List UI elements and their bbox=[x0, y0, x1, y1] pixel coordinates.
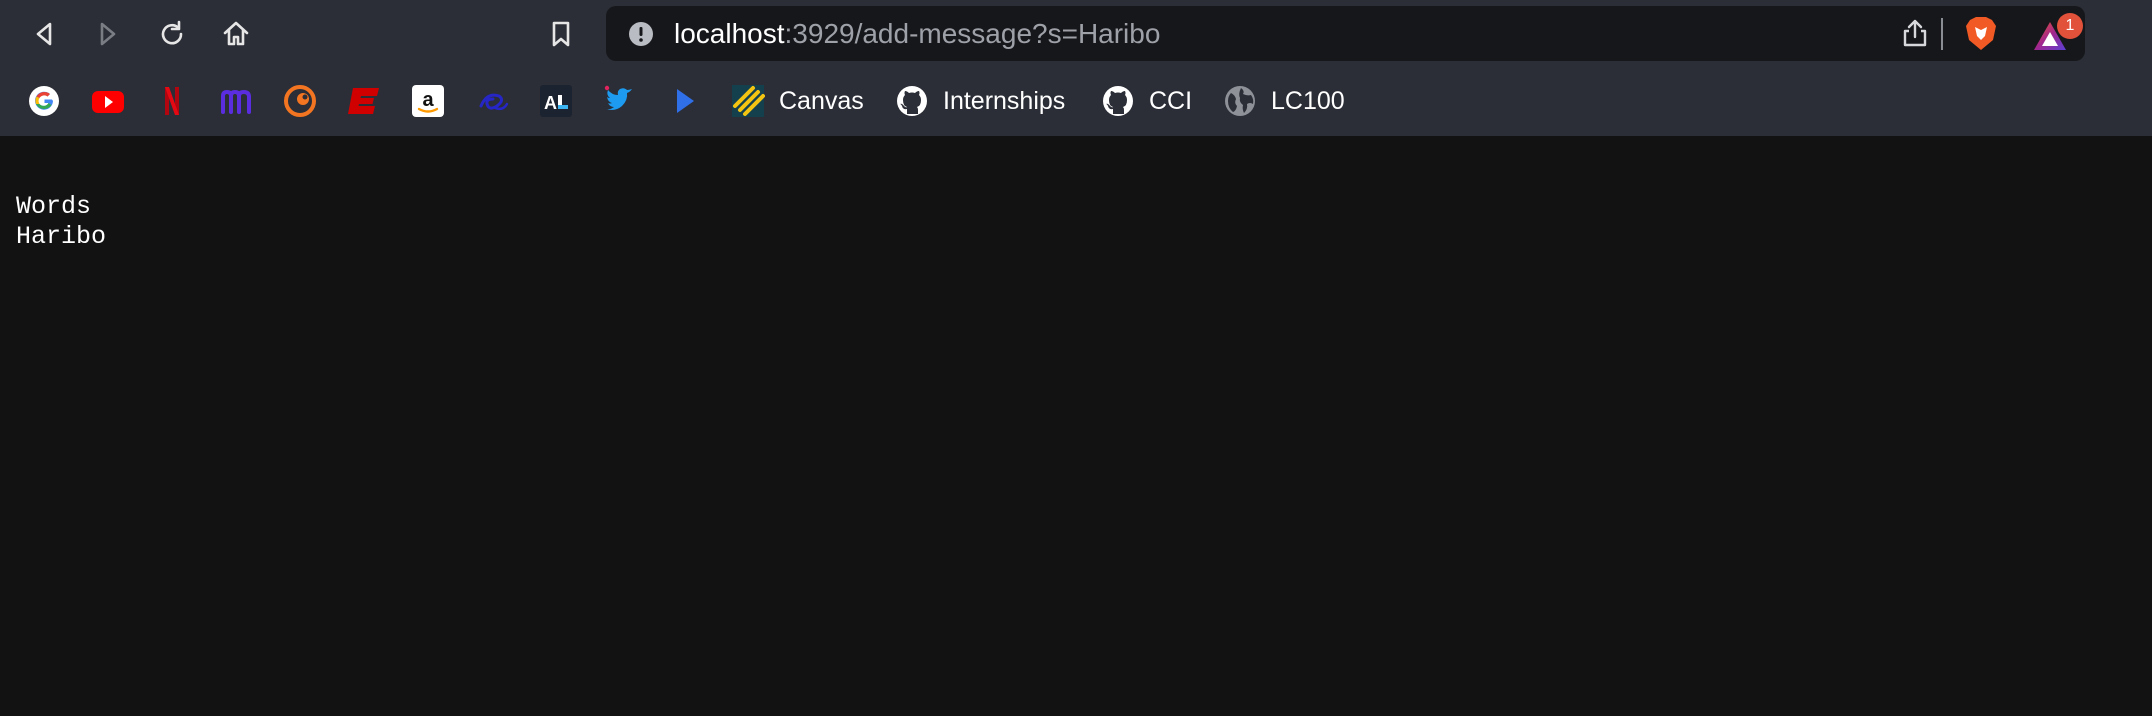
bookmark-icon bbox=[552, 21, 570, 47]
address-bar[interactable]: localhost:3929/add-message?s=Haribo 1 bbox=[606, 6, 2085, 61]
page-heading: Words bbox=[16, 192, 92, 221]
bookmark-label: CCI bbox=[1149, 86, 1193, 115]
home-button[interactable] bbox=[216, 14, 256, 54]
bookmark-m[interactable] bbox=[219, 83, 253, 119]
forward-icon bbox=[100, 22, 116, 46]
url-text[interactable]: localhost:3929/add-message?s=Haribo bbox=[674, 6, 1160, 61]
canvas-icon bbox=[732, 85, 765, 117]
espn-icon bbox=[348, 88, 379, 114]
svg-text:a: a bbox=[422, 89, 434, 111]
bookmark-label: Canvas bbox=[779, 86, 864, 115]
bookmark-google[interactable] bbox=[27, 83, 61, 119]
bookmarks-bar: a A Canvas Internships CCI LC100 bbox=[0, 68, 2152, 136]
github-icon bbox=[897, 86, 927, 116]
bookmark-canvas[interactable]: Canvas bbox=[731, 83, 864, 119]
netflix-icon bbox=[165, 87, 179, 115]
bookmark-swirl[interactable] bbox=[475, 83, 509, 119]
page-content: Words Haribo bbox=[16, 192, 106, 252]
bookmark-lc100[interactable]: LC100 bbox=[1223, 83, 1345, 119]
globe-icon bbox=[1225, 86, 1255, 116]
bookmark-label: Internships bbox=[943, 86, 1066, 115]
back-icon bbox=[36, 22, 52, 46]
bookmark-cci[interactable]: CCI bbox=[1101, 83, 1192, 119]
forward-button[interactable] bbox=[88, 14, 128, 54]
svg-text:A: A bbox=[544, 93, 557, 113]
bookmark-espn[interactable] bbox=[347, 83, 381, 119]
google-icon bbox=[29, 86, 59, 116]
rewards-badge: 1 bbox=[2057, 13, 2083, 39]
home-icon bbox=[223, 21, 249, 46]
bookmark-play[interactable] bbox=[667, 83, 701, 119]
browser-chrome: localhost:3929/add-message?s=Haribo 1 a bbox=[0, 0, 2152, 136]
url-host: localhost bbox=[674, 18, 785, 49]
play-icon bbox=[677, 89, 694, 113]
twitter-icon bbox=[604, 85, 632, 110]
bookmark-amazon[interactable]: a bbox=[411, 83, 445, 119]
amazon-icon: a bbox=[412, 85, 444, 117]
reload-icon bbox=[161, 20, 183, 45]
bookmark-label: LC100 bbox=[1271, 86, 1345, 115]
bookmark-al[interactable]: A bbox=[539, 83, 573, 119]
crunchyroll-icon bbox=[284, 85, 316, 117]
address-bar-divider bbox=[1941, 18, 1943, 50]
url-path: :3929/add-message?s=Haribo bbox=[784, 18, 1161, 49]
site-info-icon[interactable] bbox=[628, 21, 654, 47]
reload-button[interactable] bbox=[152, 14, 192, 54]
al-icon: A bbox=[540, 85, 572, 117]
browser-toolbar: localhost:3929/add-message?s=Haribo 1 bbox=[0, 0, 2152, 68]
github-icon bbox=[1103, 86, 1133, 116]
bookmark-netflix[interactable] bbox=[155, 83, 189, 119]
m-icon bbox=[221, 89, 251, 114]
bookmark-crunchyroll[interactable] bbox=[283, 83, 317, 119]
share-icon[interactable] bbox=[1900, 18, 1930, 48]
back-button[interactable] bbox=[24, 14, 64, 54]
bookmark-twitter[interactable] bbox=[603, 83, 637, 119]
brave-shields-icon[interactable] bbox=[1962, 14, 2000, 52]
bookmark-button[interactable] bbox=[541, 14, 581, 54]
bookmark-internships[interactable]: Internships bbox=[895, 83, 1065, 119]
message-line: Haribo bbox=[16, 222, 107, 251]
bookmark-youtube[interactable] bbox=[91, 83, 125, 119]
swirl-icon bbox=[479, 93, 509, 111]
youtube-icon bbox=[92, 91, 124, 113]
